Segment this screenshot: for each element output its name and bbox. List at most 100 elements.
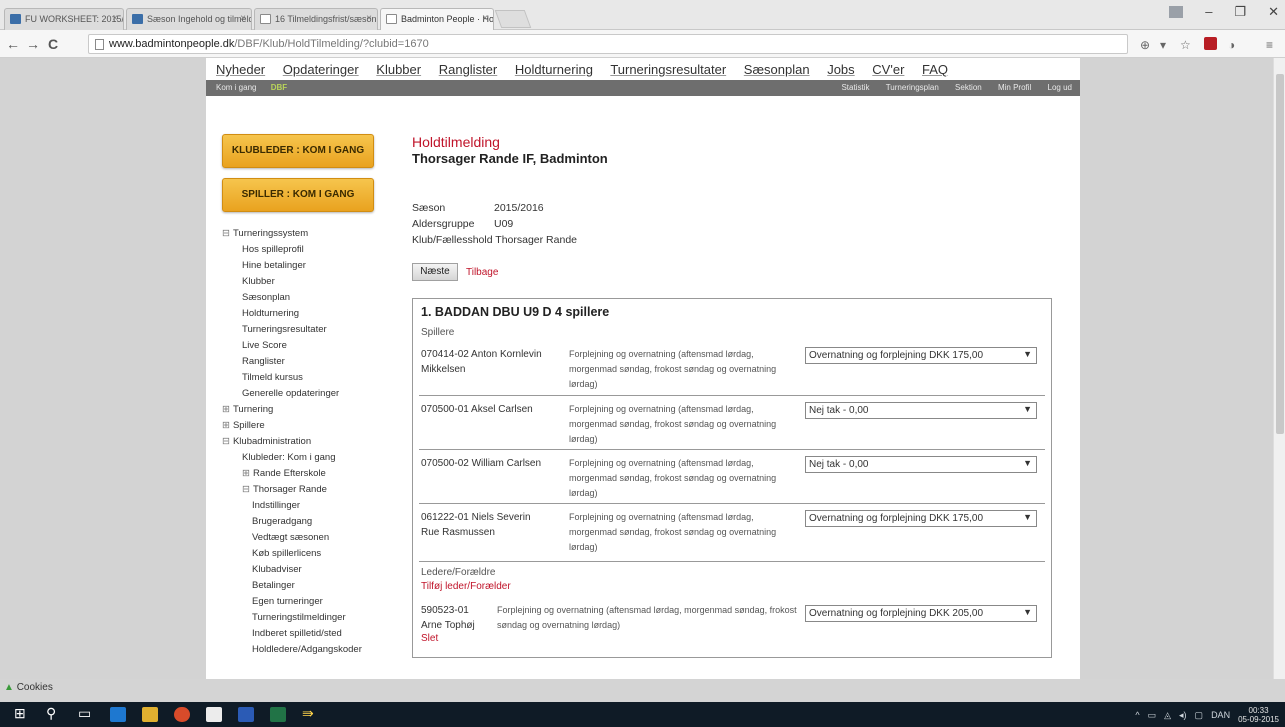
nav-cver[interactable]: CV'er (872, 62, 904, 77)
forward-button[interactable]: → (26, 36, 40, 52)
next-button[interactable]: Næste (412, 263, 458, 281)
catering-select[interactable]: Nej tak - 0,00 ▼ (805, 456, 1037, 473)
leftmenu-item[interactable]: Holdturnering (220, 306, 400, 322)
extension-icon-2[interactable]: ◑ (1228, 38, 1235, 52)
leftmenu-item[interactable]: Hos spilleprofil (220, 242, 400, 258)
dbf-logo[interactable]: DBF (271, 83, 287, 92)
browser-tab-2[interactable]: Sæson Ingehold og tilmeld × (126, 8, 252, 30)
leftmenu-item[interactable]: Live Score (220, 338, 400, 354)
file-explorer-icon[interactable] (142, 707, 158, 722)
leftmenu-item[interactable]: Brugeradgang (220, 514, 400, 530)
bookmark-star-icon[interactable]: ☆ (1180, 38, 1191, 52)
leftmenu-item[interactable]: Indberet spilletid/sted (220, 626, 400, 642)
klubleder-kom-i-gang-button[interactable]: KLUBLEDER : KOM I GANG (222, 134, 374, 168)
browser-tab-3[interactable]: 16 Tilmeldingsfrist/sæson × (254, 8, 378, 30)
leftmenu-item[interactable]: Klubber (220, 274, 400, 290)
back-link[interactable]: Tilbage (466, 267, 498, 278)
nav-holdturnering[interactable]: Holdturnering (515, 62, 593, 77)
search-icon[interactable]: ⚲ (46, 705, 56, 722)
edge-icon[interactable] (110, 707, 126, 722)
leftmenu-item[interactable]: Ranglister (220, 354, 400, 370)
store-icon[interactable] (206, 707, 222, 722)
extension-icon[interactable]: ▾ (1160, 38, 1166, 52)
leftmenu-item[interactable]: ⊟ Turneringssystem (220, 226, 400, 242)
expand-icon[interactable]: ⊞ (242, 468, 250, 479)
maximize-icon[interactable]: ❐ (1234, 4, 1246, 20)
menu-icon[interactable]: ≡ (1266, 38, 1273, 52)
leftmenu-item[interactable]: Vedtægt sæsonen (220, 530, 400, 546)
clock[interactable]: 00:33 05-09-2015 (1238, 706, 1279, 724)
leftmenu-item[interactable]: Klubleder: Kom i gang (220, 450, 400, 466)
nav-faq[interactable]: FAQ (922, 62, 948, 77)
subnav-sektion[interactable]: Sektion (955, 83, 982, 92)
collapse-icon[interactable]: ⊟ (242, 484, 250, 495)
subnav-log-ud[interactable]: Log ud (1048, 83, 1072, 92)
leftmenu-item[interactable]: ⊟ Klubadministration (220, 434, 400, 450)
leftmenu-item[interactable]: Turneringstilmeldinger (220, 610, 400, 626)
notifications-icon[interactable]: ▢ (1195, 710, 1204, 721)
catering-select[interactable]: Nej tak - 0,00 ▼ (805, 402, 1037, 419)
leftmenu-item[interactable]: ⊞ Turnering (220, 402, 400, 418)
leftmenu-item[interactable]: Turneringsresultater (220, 322, 400, 338)
app-icon[interactable]: ⇛ (302, 705, 314, 722)
chrome-icon[interactable] (174, 707, 190, 722)
nav-jobs[interactable]: Jobs (827, 62, 854, 77)
leftmenu-item[interactable]: ⊞ Spillere (220, 418, 400, 434)
close-icon[interactable]: ✕ (1268, 4, 1279, 20)
task-view-icon[interactable]: ▭ (78, 705, 91, 722)
browser-tab-4-active[interactable]: Badminton People · Holdtil × (380, 8, 494, 30)
leftmenu-item[interactable]: Egen turneringer (220, 594, 400, 610)
leftmenu-item[interactable]: Klubadviser (220, 562, 400, 578)
leftmenu-item[interactable]: Betalinger (220, 578, 400, 594)
subnav-statistik[interactable]: Statistik (841, 83, 869, 92)
leftmenu-item[interactable]: Tilmeld kursus (220, 370, 400, 386)
leftmenu-item[interactable]: Holdledere/Adgangskoder (220, 642, 400, 658)
address-bar[interactable]: www.badmintonpeople.dk/DBF/Klub/HoldTilm… (88, 34, 1128, 54)
tab-close-icon[interactable]: × (482, 13, 488, 24)
nav-nyheder[interactable]: Nyheder (216, 62, 265, 77)
subnav-kom-i-gang[interactable]: Kom i gang (216, 83, 256, 92)
back-button[interactable]: ← (6, 36, 20, 52)
cookie-notice[interactable]: ▲ Cookies (4, 682, 53, 693)
tray-chevron-icon[interactable]: ^ (1135, 710, 1139, 720)
leftmenu-item[interactable]: ⊞ Rande Efterskole (220, 466, 400, 482)
language-indicator[interactable]: DAN (1211, 710, 1230, 720)
reload-button[interactable]: C (48, 36, 58, 52)
add-leader-link[interactable]: Tilføj leder/Forælder (421, 581, 511, 592)
nav-opdateringer[interactable]: Opdateringer (283, 62, 359, 77)
nav-ranglister[interactable]: Ranglister (439, 62, 498, 77)
leftmenu-item[interactable]: Indstillinger (220, 498, 400, 514)
windows-start-icon[interactable]: ⊞ (14, 705, 26, 722)
leftmenu-item[interactable]: Generelle opdateringer (220, 386, 400, 402)
subnav-turneringsplan[interactable]: Turneringsplan (886, 83, 939, 92)
catering-select[interactable]: Overnatning og forplejning DKK 175,00 ▼ (805, 510, 1037, 527)
zoom-icon[interactable]: ⊕ (1140, 38, 1150, 52)
leftmenu-item[interactable]: ⊟ Thorsager Rande (220, 482, 400, 498)
expand-icon[interactable]: ⊞ (222, 420, 230, 431)
battery-icon[interactable]: ▭ (1148, 710, 1157, 721)
leftmenu-item[interactable]: Sæsonplan (220, 290, 400, 306)
minimize-icon[interactable]: – (1205, 4, 1212, 20)
delete-leader-link[interactable]: Slet (421, 633, 438, 644)
new-tab-button[interactable] (494, 10, 532, 28)
expand-icon[interactable]: ⊞ (222, 404, 230, 415)
collapse-icon[interactable]: ⊟ (222, 436, 230, 447)
excel-icon[interactable] (270, 707, 286, 722)
extension-red-icon[interactable] (1204, 37, 1217, 50)
word-icon[interactable] (238, 707, 254, 722)
collapse-icon[interactable]: ⊟ (222, 228, 230, 239)
leftmenu-item[interactable]: Hine betalinger (220, 258, 400, 274)
tab-close-icon[interactable]: × (366, 13, 372, 24)
volume-icon[interactable]: ◂) (1179, 710, 1187, 721)
network-icon[interactable]: ◬ (1164, 710, 1171, 721)
page-scrollbar[interactable] (1273, 58, 1285, 679)
catering-select[interactable]: Overnatning og forplejning DKK 175,00 ▼ (805, 347, 1037, 364)
scrollbar-thumb[interactable] (1276, 74, 1284, 434)
spiller-kom-i-gang-button[interactable]: SPILLER : KOM I GANG (222, 178, 374, 212)
tab-close-icon[interactable]: × (240, 13, 246, 24)
user-profile-icon[interactable] (1169, 6, 1184, 18)
nav-turneringsresultater[interactable]: Turneringsresultater (610, 62, 726, 77)
nav-saesonplan[interactable]: Sæsonplan (744, 62, 810, 77)
browser-tab-1[interactable]: FU WORKSHEET: 2015/16 ... × (4, 8, 124, 30)
subnav-min-profil[interactable]: Min Profil (998, 83, 1031, 92)
